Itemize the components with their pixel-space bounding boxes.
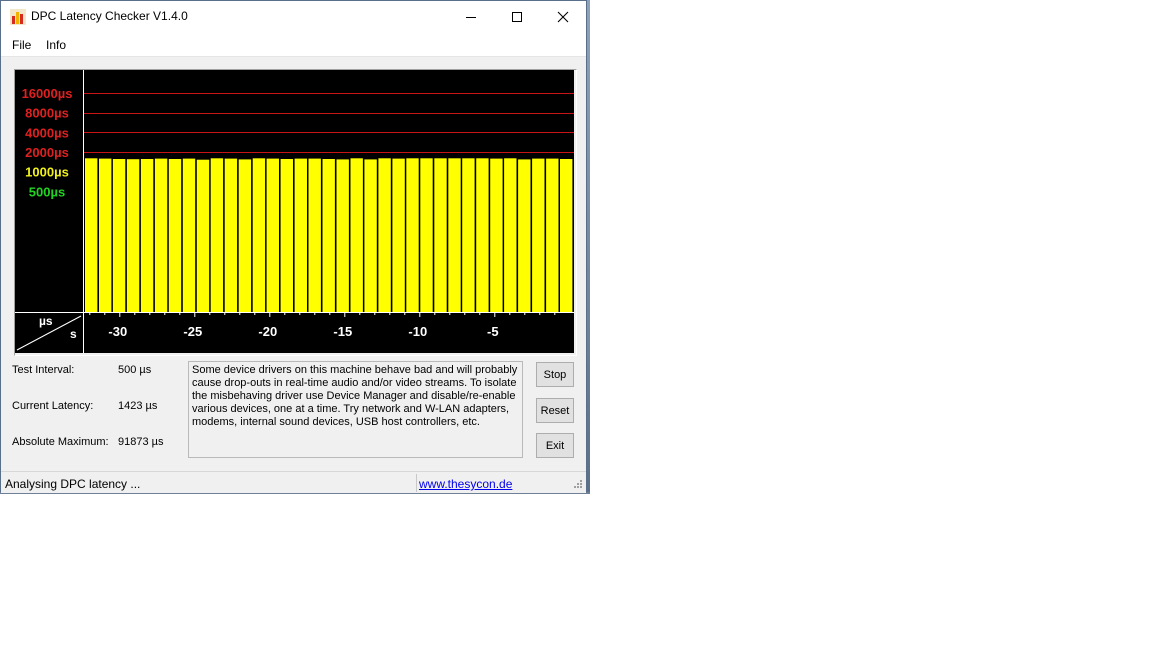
corner-unit-x: s	[70, 327, 77, 341]
latency-bar	[378, 158, 391, 312]
latency-bar	[504, 158, 517, 312]
latency-bar	[336, 159, 349, 312]
latency-bar	[140, 159, 154, 312]
exit-button[interactable]: Exit	[536, 433, 574, 458]
latency-bar	[532, 158, 545, 312]
y-axis-label: 2000µs	[25, 145, 69, 160]
latency-bar	[476, 158, 489, 312]
y-axis-label: 4000µs	[25, 125, 69, 140]
reset-button[interactable]: Reset	[536, 398, 574, 423]
resize-grip-icon[interactable]	[571, 477, 583, 489]
latency-bar	[210, 158, 224, 312]
minimize-icon	[466, 16, 476, 18]
latency-bar	[238, 159, 252, 312]
window-title: DPC Latency Checker V1.4.0	[31, 9, 188, 23]
x-tick-label: -15	[333, 324, 352, 339]
latency-bar	[308, 158, 321, 312]
latency-bar	[196, 159, 210, 312]
y-axis-label: 500µs	[29, 184, 65, 199]
message-box: Some device drivers on this machine beha…	[188, 361, 523, 458]
close-icon	[557, 11, 569, 22]
latency-bar	[294, 158, 307, 312]
latency-bar	[518, 159, 531, 312]
chart-bars	[85, 158, 573, 312]
current-latency-value: 1423 µs	[118, 400, 158, 412]
maximize-icon	[512, 11, 522, 22]
latency-bar	[280, 159, 293, 312]
latency-bar	[266, 158, 279, 312]
current-latency-label: Current Latency:	[12, 400, 94, 412]
minimize-button[interactable]	[448, 1, 494, 32]
x-tick-label: -5	[487, 324, 499, 339]
latency-bar	[154, 158, 168, 312]
chart-background	[15, 70, 574, 353]
latency-bar	[490, 158, 503, 312]
latency-bar	[434, 158, 447, 312]
title-bar[interactable]: DPC Latency Checker V1.4.0	[1, 1, 586, 32]
absolute-maximum-value: 91873 µs	[118, 436, 164, 448]
latency-chart: 16000µs8000µs4000µs2000µs1000µs500µs µs …	[15, 70, 574, 353]
y-axis-label: 1000µs	[25, 165, 69, 180]
maximize-button[interactable]	[494, 1, 540, 32]
test-interval-value: 500 µs	[118, 364, 152, 376]
latency-bar	[364, 159, 377, 312]
latency-bar	[462, 158, 475, 312]
menu-bar: File Info	[1, 32, 586, 57]
status-text: Analysing DPC latency ...	[5, 477, 141, 491]
x-tick-label: -10	[408, 324, 427, 339]
corner-unit-y: µs	[39, 314, 53, 328]
latency-bar	[85, 158, 98, 312]
latency-bar	[99, 158, 112, 312]
y-axis-label: 16000µs	[22, 86, 73, 101]
latency-bar	[420, 158, 433, 312]
y-axis-label: 8000µs	[25, 106, 69, 121]
latency-bar	[350, 158, 363, 312]
status-separator	[416, 474, 417, 492]
app-icon	[10, 9, 26, 25]
test-interval-label: Test Interval:	[12, 364, 75, 376]
latency-bar	[392, 158, 405, 312]
latency-bar	[182, 158, 196, 312]
latency-bar	[560, 159, 573, 312]
x-tick-label: -20	[258, 324, 277, 339]
close-button[interactable]	[540, 1, 586, 32]
latency-bar	[126, 159, 140, 312]
desktop-background	[587, 0, 590, 494]
latency-bar	[546, 158, 559, 312]
x-tick-label: -30	[108, 324, 127, 339]
website-link[interactable]: www.thesycon.de	[419, 477, 512, 491]
menu-file[interactable]: File	[12, 38, 31, 52]
latency-bar	[406, 158, 419, 312]
status-bar: Analysing DPC latency ... www.thesycon.d…	[1, 471, 586, 493]
latency-bar	[448, 158, 461, 312]
latency-bar	[322, 159, 335, 312]
stop-button[interactable]: Stop	[536, 362, 574, 387]
latency-bar	[252, 158, 266, 312]
menu-info[interactable]: Info	[46, 38, 66, 52]
app-window: DPC Latency Checker V1.4.0 File Info 160…	[0, 0, 587, 493]
latency-bar	[168, 159, 182, 312]
latency-bar	[112, 159, 126, 312]
latency-bar	[224, 158, 238, 312]
absolute-maximum-label: Absolute Maximum:	[12, 436, 109, 448]
x-tick-label: -25	[183, 324, 202, 339]
